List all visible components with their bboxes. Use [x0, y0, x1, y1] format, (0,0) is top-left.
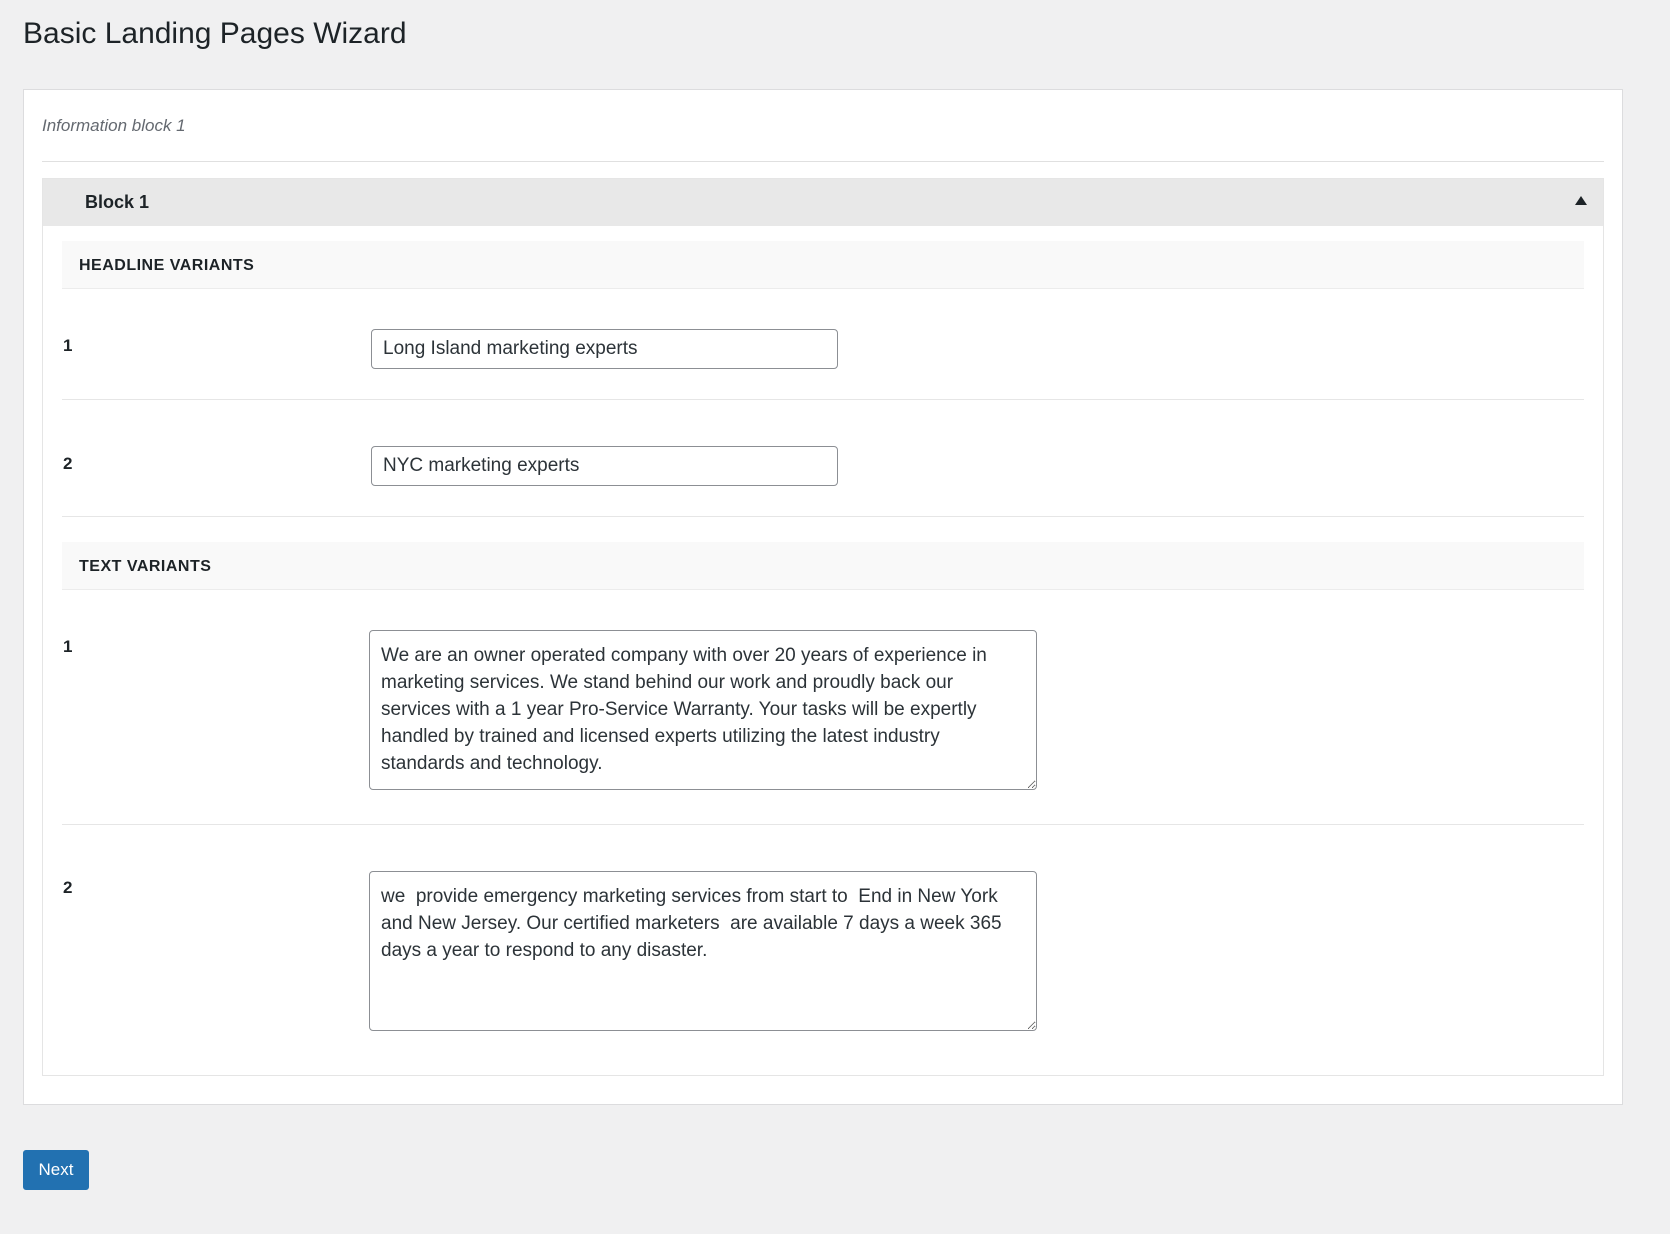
- row-divider: [62, 399, 1584, 400]
- triangle-up-icon[interactable]: [1575, 196, 1587, 205]
- text-row-number-2: 2: [63, 878, 73, 897]
- section-caption: Information block 1: [42, 116, 186, 135]
- headline-variants-heading: HEADLINE VARIANTS: [62, 241, 1584, 289]
- headline-input-2[interactable]: [371, 446, 838, 486]
- text-row-number-1: 1: [63, 637, 73, 656]
- block-1-header[interactable]: Block 1: [43, 179, 1603, 226]
- block-title: Block 1: [85, 192, 150, 212]
- divider: [42, 161, 1604, 162]
- text-variants-heading: TEXT VARIANTS: [62, 542, 1584, 590]
- row-divider: [62, 824, 1584, 825]
- headline-input-1[interactable]: [371, 329, 838, 369]
- block-1-container: Block 1 HEADLINE VARIANTS 1 2 TEXT VARIA…: [42, 178, 1604, 1076]
- row-divider: [62, 516, 1584, 517]
- wizard-panel: Information block 1 Block 1 HEADLINE VAR…: [23, 89, 1623, 1105]
- text-variants-label: TEXT VARIANTS: [79, 558, 212, 575]
- headline-variants-label: HEADLINE VARIANTS: [79, 257, 255, 274]
- headline-row-number-2: 2: [63, 454, 73, 473]
- text-variant-textarea-2[interactable]: we provide emergency marketing services …: [369, 871, 1037, 1031]
- next-button[interactable]: Next: [23, 1150, 89, 1190]
- page-title: Basic Landing Pages Wizard: [23, 17, 407, 50]
- text-variant-textarea-1[interactable]: We are an owner operated company with ov…: [369, 630, 1037, 790]
- headline-row-number-1: 1: [63, 336, 73, 355]
